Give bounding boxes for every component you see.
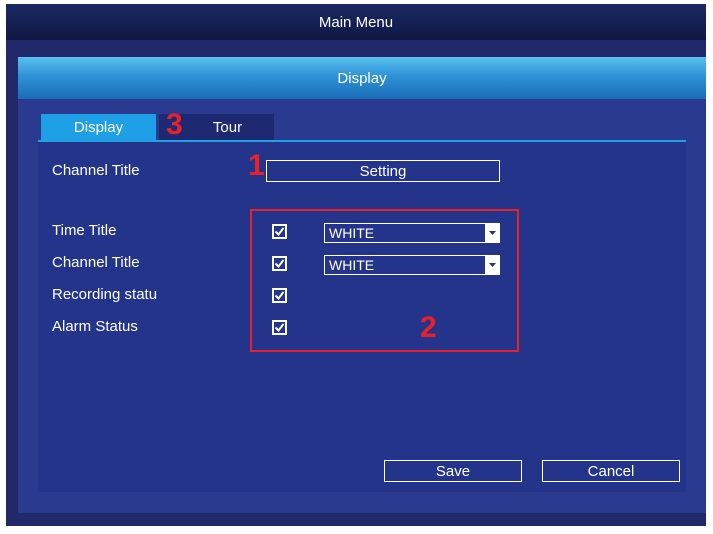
save-button-label: Save: [435, 462, 471, 480]
channel-title-label: Channel Title: [52, 254, 140, 271]
annotation-highlight-box: [250, 209, 519, 352]
setting-button-label: Setting: [359, 162, 407, 180]
alarm-status-label: Alarm Status: [52, 318, 138, 335]
tab-tour-label: Tour: [212, 118, 243, 136]
dialog-title: Display: [337, 69, 387, 87]
cancel-button-label: Cancel: [587, 462, 635, 480]
tab-display[interactable]: Display: [41, 114, 156, 140]
annotation-marker-3: 3: [166, 108, 183, 141]
recording-status-label: Recording statu: [52, 286, 158, 303]
annotation-marker-2: 2: [420, 311, 437, 344]
window-title-bar: Main Menu: [6, 4, 706, 40]
dialog-title-bar: Display: [18, 57, 706, 99]
time-title-label: Time Title: [52, 222, 117, 239]
cancel-button[interactable]: Cancel: [542, 460, 680, 482]
window-title: Main Menu: [318, 13, 394, 31]
annotation-marker-1: 1: [248, 149, 265, 182]
channel-title-setting-button[interactable]: Setting: [266, 160, 500, 182]
tab-display-label: Display: [73, 118, 124, 136]
channel-title-setting-label: Channel Title: [52, 162, 140, 179]
save-button[interactable]: Save: [384, 460, 522, 482]
